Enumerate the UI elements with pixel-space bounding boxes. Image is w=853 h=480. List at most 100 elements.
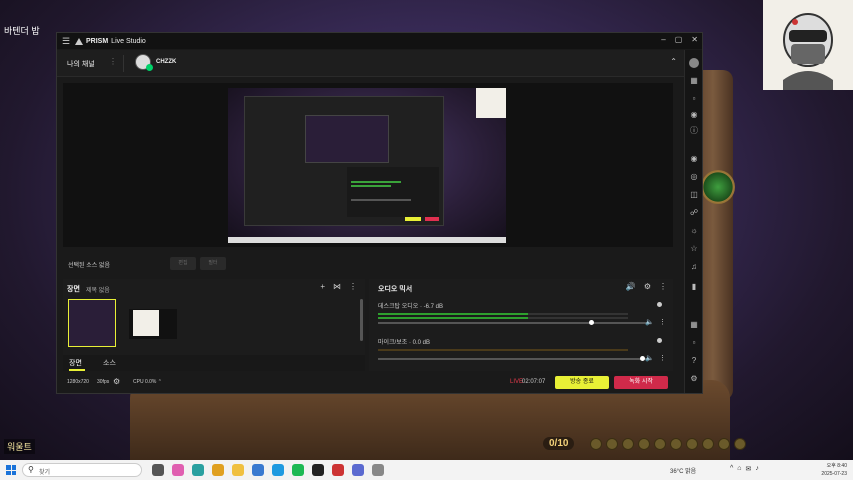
settings-gear-icon[interactable]: ⚙ — [113, 377, 120, 386]
preview-area — [63, 83, 673, 247]
more-options-icon[interactable]: ⋮ — [109, 57, 117, 66]
layout-icon[interactable]: ▦ — [689, 76, 699, 86]
resolution-label: 1280x720 — [67, 379, 89, 385]
scene-collection-dropdown[interactable]: 제목 없음 — [86, 285, 110, 294]
windows-start-icon[interactable] — [6, 465, 16, 475]
channel-name[interactable]: CHZZK — [156, 59, 176, 65]
tray-mail-icon[interactable]: ✉ — [746, 465, 752, 473]
scene-more-icon[interactable]: ⋮ — [349, 282, 357, 291]
tray-volume-icon[interactable]: ♪ — [755, 465, 759, 473]
volume-icon[interactable]: 🔈 — [645, 318, 654, 326]
chrome-icon[interactable] — [212, 464, 224, 476]
spotify-icon[interactable] — [292, 464, 304, 476]
prism-logo-icon — [75, 37, 83, 45]
mixer-header: 오디오 믹서 — [378, 286, 413, 293]
close-button[interactable]: ✕ — [691, 35, 698, 44]
end-broadcast-button[interactable]: 방송 종료 — [555, 376, 609, 389]
prism-taskbar-icon[interactable] — [312, 464, 324, 476]
chat-disabled-icon[interactable]: ▫ — [689, 94, 699, 104]
camera-icon[interactable]: ◉ — [689, 154, 699, 164]
scene-switch-icon[interactable]: ▦ — [689, 320, 699, 330]
scene-source-tabs: 장면 소스 — [63, 355, 365, 371]
donation-icon[interactable]: ☍ — [689, 208, 699, 218]
scenes-scrollbar[interactable] — [360, 299, 363, 341]
sticker-icon[interactable]: ☆ — [689, 244, 699, 254]
tray-expand-icon[interactable]: ^ — [730, 465, 733, 473]
fps-label: 30fps — [97, 379, 110, 385]
scenes-header: 장면 — [67, 286, 80, 293]
mana-crystals — [590, 438, 746, 450]
virtual-cam-icon[interactable]: ◎ — [689, 172, 699, 182]
my-channel-label[interactable]: 나의 채널 — [67, 59, 95, 69]
stream-preview[interactable] — [228, 88, 506, 243]
game-counter: 0/10 — [543, 437, 575, 450]
volume-slider[interactable] — [378, 356, 648, 361]
minimize-button[interactable]: – — [661, 35, 665, 44]
profile-icon[interactable] — [689, 58, 699, 68]
edit-button[interactable]: 편집 — [170, 257, 196, 270]
tab-sources[interactable]: 소스 — [103, 358, 116, 368]
window-controls: – ▢ ✕ — [661, 35, 698, 44]
start-recording-button[interactable]: 녹화 시작 — [614, 376, 668, 389]
preview-taskbar — [228, 237, 506, 243]
taskbar-search[interactable]: ⚲ 찾기 — [22, 463, 142, 477]
app-icon-red[interactable] — [332, 464, 344, 476]
volume-slider[interactable] — [378, 320, 648, 325]
tray-network-icon[interactable]: ⌂ — [737, 465, 741, 473]
widget-icon[interactable]: ◫ — [689, 190, 699, 200]
maximize-button[interactable]: ▢ — [675, 35, 683, 44]
discord-icon[interactable] — [352, 464, 364, 476]
preview-webcam — [476, 88, 506, 118]
audio-mixer-panel: 오디오 믹서 🔊 ⚙ ⋮ 데스크탑 오디오 · -6.7 dB 🔈 ⋮ 마이크/… — [369, 279, 673, 371]
elapsed-time: 02:07:07 — [522, 379, 546, 385]
channel-more-icon[interactable]: ⋮ — [659, 354, 666, 362]
game-player-label: 워울트 — [4, 439, 35, 454]
app-icon[interactable] — [192, 464, 204, 476]
info-icon[interactable]: ⓘ — [689, 126, 699, 136]
gear-icon[interactable]: ⚙ — [644, 282, 651, 291]
channel-label-mic: 마이크/보조 · 0.0 dB — [378, 340, 430, 346]
studio-mode-icon[interactable]: ▫ — [689, 338, 699, 348]
speaker-icon[interactable]: 🔊 — [626, 282, 636, 291]
status-bar: 1280x720 30fps ⚙ CPU 0.0% ⌃ LIVE 02:07:0… — [57, 373, 685, 393]
store-icon[interactable] — [252, 464, 264, 476]
channel-status-icon — [146, 64, 153, 71]
scene-thumbnail-2[interactable] — [129, 309, 177, 339]
volume-icon[interactable]: 🔈 — [645, 354, 654, 362]
filter-button[interactable]: 필터 — [200, 257, 226, 270]
channel-status-dot — [657, 302, 662, 307]
title-bar: ☰ PRISM Live Studio – ▢ ✕ — [57, 33, 702, 49]
cpu-label: CPU 0.0% ⌃ — [133, 379, 162, 385]
app-icon-gray[interactable] — [372, 464, 384, 476]
chat-icon[interactable]: ◉ — [689, 110, 699, 120]
scene-thumbnail-1[interactable] — [68, 299, 116, 347]
mixer-more-icon[interactable]: ⋮ — [659, 282, 667, 291]
transition-icon[interactable]: ⋈ — [333, 282, 341, 291]
selected-source-text: 선택된 소스 없음 — [68, 263, 110, 269]
search-icon: ⚲ — [28, 465, 34, 474]
nested-app-capture — [244, 96, 444, 226]
add-scene-icon[interactable]: + — [320, 282, 325, 291]
task-view-icon[interactable] — [152, 464, 164, 476]
outlook-icon[interactable] — [272, 464, 284, 476]
tab-scenes[interactable]: 장면 — [69, 358, 82, 368]
hamburger-icon[interactable]: ☰ — [57, 36, 75, 47]
channel-status-dot — [657, 338, 662, 343]
system-clock[interactable]: 오후 8:40 2025-07-23 — [821, 462, 847, 478]
channel-more-icon[interactable]: ⋮ — [659, 318, 666, 326]
music-icon[interactable]: ♫ — [689, 262, 699, 272]
settings-icon[interactable]: ⚙ — [689, 374, 699, 384]
explorer-icon[interactable] — [232, 464, 244, 476]
chevron-up-icon[interactable]: ⌃ — [670, 57, 677, 66]
battery-icon[interactable]: ▮ — [689, 282, 699, 292]
selected-source-bar: 선택된 소스 없음 편집 필터 — [63, 255, 673, 273]
app-name-rest: Live Studio — [111, 37, 146, 45]
level-meter — [378, 349, 628, 351]
mixer-tools: 🔊 ⚙ ⋮ — [626, 282, 667, 291]
copilot-icon[interactable] — [172, 464, 184, 476]
weather-widget[interactable]: 36°C 맑음 — [670, 466, 696, 475]
bot-icon[interactable]: ☼ — [689, 226, 699, 236]
app-name-bold: PRISM — [86, 37, 109, 45]
help-icon[interactable]: ? — [689, 356, 699, 366]
channel-label-desktop: 데스크탑 오디오 · -6.7 dB — [378, 304, 444, 310]
